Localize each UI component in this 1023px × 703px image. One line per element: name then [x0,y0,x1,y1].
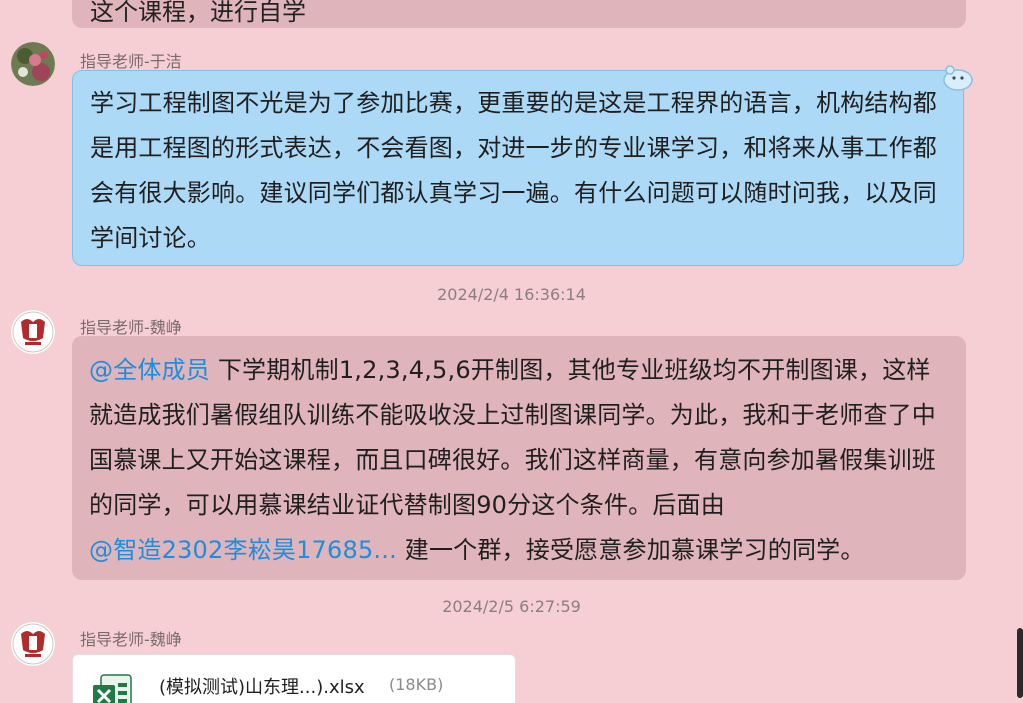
message-text-part: 下学期机制1,2,3,4,5,6开制图，其他专业班级均不开制图课，这样就造成我们… [89,356,936,519]
message-bubble-previous[interactable]: 这个课程，进行自学 [72,0,966,28]
avatar-emblem-icon[interactable] [11,622,55,666]
file-attachment-card[interactable]: (模拟测试)山东理...).xlsx (18KB) [72,654,516,703]
message-text: 这个课程，进行自学 [90,0,306,26]
message-timestamp: 2024/2/4 16:36:14 [437,285,586,304]
message-bubble-other[interactable]: @全体成员 下学期机制1,2,3,4,5,6开制图，其他专业班级均不开制图课，这… [72,336,966,580]
sender-name: 指导老师-魏峥 [80,318,182,337]
message-bubble-self[interactable]: 学习工程制图不光是为了参加比赛，更重要的是这是工程界的语言，机构结构都是用工程图… [72,70,964,266]
mention-all-link[interactable]: @全体成员 [89,356,210,384]
message-text: @全体成员 下学期机制1,2,3,4,5,6开制图，其他专业班级均不开制图课，这… [89,348,952,573]
sender-name: 指导老师-于洁 [80,52,182,71]
message-timestamp: 2024/2/5 6:27:59 [442,597,581,616]
avatar-emblem-icon[interactable] [11,310,55,354]
message-text-part: 建一个群，接受愿意参加慕课学习的同学。 [396,536,865,564]
chat-window: 这个课程，进行自学 指导老师-于洁 学习工程制图不光是为了参加比赛，更重要的是这… [0,0,1023,703]
scrollbar-thumb[interactable] [1017,628,1023,698]
message-text: 学习工程制图不光是为了参加比赛，更重要的是这是工程界的语言，机构结构都是用工程图… [90,89,937,252]
mention-user-link[interactable]: @智造2302李崧昊17685... [89,536,397,564]
file-size: (18KB) [389,675,444,694]
file-name: (模拟测试)山东理...).xlsx [159,677,365,698]
pet-icon [943,65,973,91]
avatar-flower-icon[interactable] [11,42,55,86]
sender-name: 指导老师-魏峥 [80,630,182,649]
excel-file-icon [93,674,132,703]
